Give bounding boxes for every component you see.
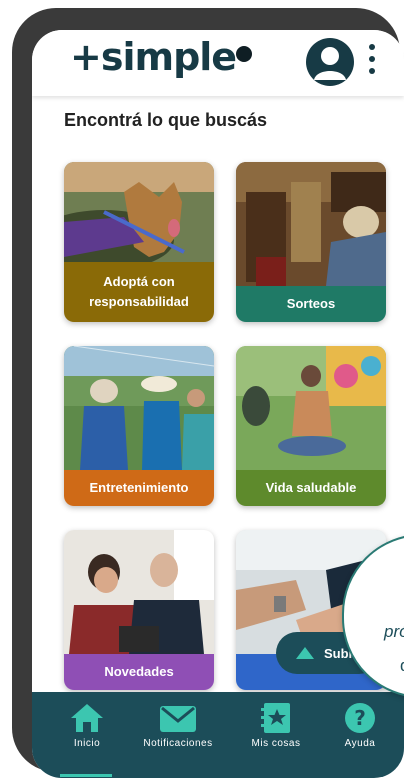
- user-avatar-icon[interactable]: [306, 38, 354, 86]
- seniors-band-image: [64, 346, 214, 470]
- card-label: Entretenimiento: [64, 470, 214, 506]
- nav-item-ayuda[interactable]: ? Ayuda: [332, 692, 388, 778]
- svg-text:?: ?: [354, 706, 366, 730]
- card-sorteos[interactable]: Sorteos: [236, 162, 386, 322]
- tooltip-line-1: pró: [384, 622, 404, 641]
- app-header: +simple: [32, 30, 404, 96]
- card-label: Adoptá con responsabilidad: [64, 262, 214, 322]
- card-label: Sorteos: [236, 286, 386, 322]
- dog-image: [64, 162, 214, 262]
- page-title: Encontrá lo que buscás: [64, 110, 268, 130]
- seniors-tablet-image: [64, 530, 214, 654]
- nav-label: Ayuda: [344, 738, 376, 749]
- nav-label: Notificaciones: [143, 738, 213, 749]
- yoga-image: [236, 346, 386, 470]
- church-image: [236, 162, 386, 286]
- nav-label: Inicio: [73, 738, 101, 749]
- card-novedades[interactable]: Novedades: [64, 530, 214, 690]
- mail-icon: [160, 706, 196, 732]
- nav-item-inicio[interactable]: Inicio: [58, 692, 116, 778]
- more-vertical-icon[interactable]: [368, 44, 376, 78]
- tooltip-line-2: qu: [400, 656, 404, 676]
- card-label: Novedades: [64, 654, 214, 690]
- nav-label: Mis cosas: [251, 738, 301, 749]
- bottom-nav: Inicio Notificaciones Mis cosas ? Ayuda: [32, 692, 404, 778]
- card-entretenimiento[interactable]: Entretenimiento: [64, 346, 214, 506]
- nav-item-mis-cosas[interactable]: Mis cosas: [236, 692, 316, 778]
- card-vida-saludable[interactable]: Vida saludable: [236, 346, 386, 506]
- nav-item-notificaciones[interactable]: Notificaciones: [130, 692, 226, 778]
- help-icon: ?: [345, 703, 375, 733]
- card-label: Vida saludable: [236, 470, 386, 506]
- home-icon: [71, 704, 103, 732]
- logo-dot: [236, 46, 252, 62]
- card-adopta[interactable]: Adoptá con responsabilidad: [64, 162, 214, 322]
- app-screen: +simple Encontrá lo que buscás Adoptá co…: [32, 30, 404, 778]
- phone-frame: +simple Encontrá lo que buscás Adoptá co…: [12, 8, 404, 778]
- notebook-star-icon: [261, 703, 290, 733]
- app-logo: +simple: [70, 35, 237, 79]
- arrow-up-icon: [296, 647, 314, 659]
